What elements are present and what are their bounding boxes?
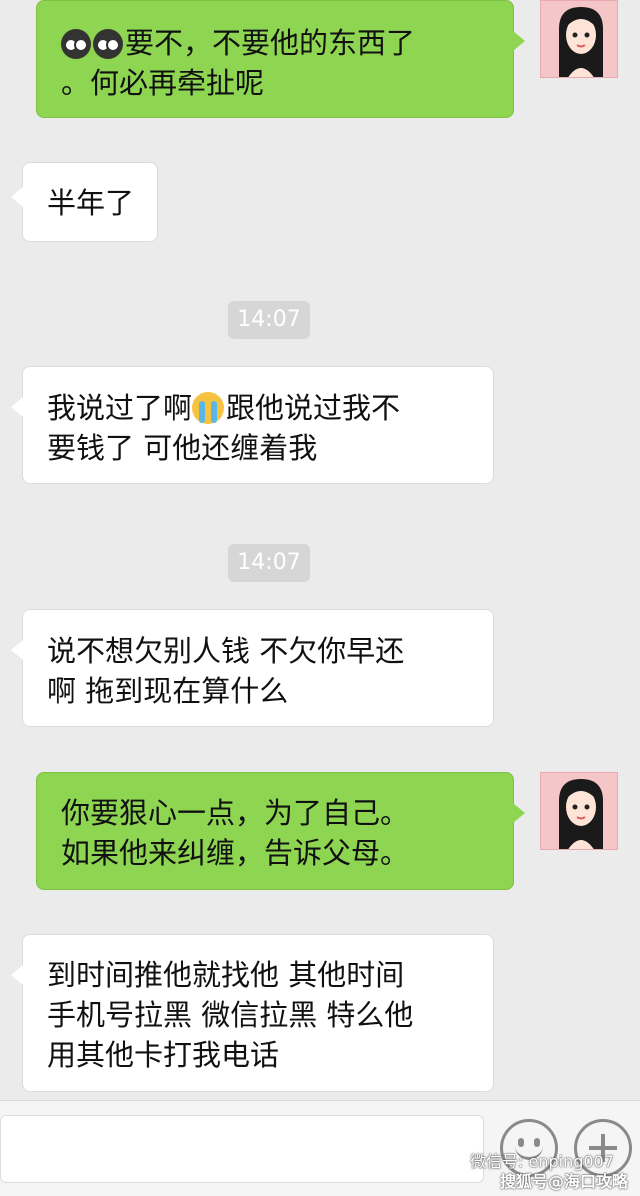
message-line: 如果他来纠缠，告诉父母。 bbox=[61, 836, 410, 870]
owl-emoji-icon bbox=[93, 29, 123, 59]
bubble-tail bbox=[11, 397, 23, 417]
bubble-tail bbox=[513, 803, 525, 823]
message-line: 手机号拉黑 微信拉黑 特么他 bbox=[47, 998, 414, 1032]
watermark: 微信号: enping007 搜狐号@海口攻略 bbox=[470, 1152, 640, 1192]
message-line: 啊 拖到现在算什么 bbox=[47, 674, 289, 708]
sent-message[interactable]: 要不，不要他的东西了 。何必再牵扯呢 bbox=[36, 0, 525, 118]
message-line: 我说过了啊 跟他说过我不 bbox=[47, 391, 401, 425]
message-line: 用其他卡打我电话 bbox=[47, 1038, 280, 1072]
received-message[interactable]: 到时间推他就找他 其他时间 手机号拉黑 微信拉黑 特么他 用其他卡打我电话 bbox=[11, 934, 494, 1092]
girl-avatar-icon bbox=[541, 1, 617, 77]
timestamp: 14:07 bbox=[228, 544, 310, 582]
message-input[interactable] bbox=[0, 1115, 484, 1183]
message-line: 你要狠心一点，为了自己。 bbox=[61, 796, 410, 830]
message-line: 说不想欠别人钱 不欠你早还 bbox=[47, 634, 405, 668]
received-message[interactable]: 我说过了啊 跟他说过我不 要钱了 可他还缠着我 bbox=[11, 366, 494, 484]
bubble-tail bbox=[11, 187, 23, 207]
my-avatar[interactable] bbox=[540, 772, 618, 850]
watermark-wechat: 微信号: enping007 bbox=[470, 1152, 614, 1171]
girl-avatar-icon bbox=[541, 773, 617, 849]
message-line: 要不，不要他的东西了 bbox=[61, 23, 489, 63]
owl-emoji-icon bbox=[61, 29, 91, 59]
bubble-tail bbox=[11, 965, 23, 985]
sent-message[interactable]: 你要狠心一点，为了自己。 如果他来纠缠，告诉父母。 bbox=[36, 772, 525, 890]
message-line: 。何必再牵扯呢 bbox=[61, 66, 265, 100]
message-line: 到时间推他就找他 其他时间 bbox=[47, 958, 405, 992]
chat-area: 要不，不要他的东西了 。何必再牵扯呢 半年了 14:07 我说过了啊 跟他说过我不… bbox=[0, 0, 640, 1100]
bubble-tail bbox=[11, 640, 23, 660]
my-avatar[interactable] bbox=[540, 0, 618, 78]
received-message[interactable]: 说不想欠别人钱 不欠你早还 啊 拖到现在算什么 bbox=[11, 609, 494, 727]
bubble-tail bbox=[513, 31, 525, 51]
timestamp: 14:07 bbox=[228, 301, 310, 339]
message-line: 半年了 bbox=[47, 186, 135, 220]
crying-emoji-icon bbox=[192, 392, 225, 424]
watermark-sohu: 搜狐号@海口攻略 bbox=[500, 1172, 629, 1191]
message-line: 要钱了 可他还缠着我 bbox=[47, 431, 318, 465]
received-message[interactable]: 半年了 bbox=[11, 162, 158, 242]
